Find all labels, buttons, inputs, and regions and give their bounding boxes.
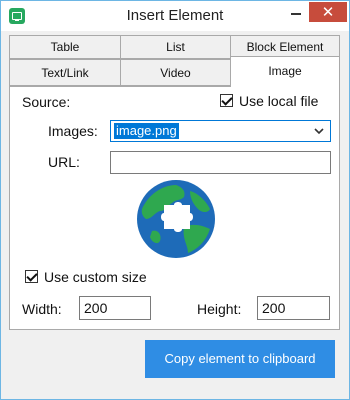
minimize-button[interactable] bbox=[283, 2, 309, 24]
url-label: URL: bbox=[48, 154, 80, 170]
insert-element-window: Insert Element ✕ Table List Block Elemen… bbox=[0, 0, 350, 400]
minimize-icon bbox=[291, 13, 301, 15]
globe-puzzle-icon bbox=[136, 179, 216, 259]
use-custom-size-checkbox[interactable] bbox=[25, 270, 38, 283]
tab-text-link[interactable]: Text/Link bbox=[9, 59, 121, 86]
height-input[interactable]: 200 bbox=[257, 296, 330, 320]
title-bar[interactable]: Insert Element ✕ bbox=[1, 1, 349, 31]
width-label: Width: bbox=[22, 301, 62, 317]
close-button[interactable]: ✕ bbox=[309, 2, 347, 22]
copy-element-to-clipboard-button[interactable]: Copy element to clipboard bbox=[145, 340, 335, 378]
height-label: Height: bbox=[197, 301, 242, 317]
tab-video[interactable]: Video bbox=[120, 59, 231, 86]
chevron-down-icon bbox=[312, 123, 326, 139]
tab-table[interactable]: Table bbox=[9, 35, 121, 59]
width-input[interactable]: 200 bbox=[79, 296, 151, 320]
use-custom-size-label[interactable]: Use custom size bbox=[44, 269, 147, 285]
use-local-file-label[interactable]: Use local file bbox=[239, 93, 318, 109]
use-local-file-checkbox[interactable] bbox=[220, 94, 233, 107]
tab-image[interactable]: Image bbox=[230, 56, 340, 87]
close-icon: ✕ bbox=[321, 3, 335, 21]
url-input[interactable] bbox=[110, 151, 331, 174]
images-label: Images: bbox=[48, 123, 98, 139]
images-select[interactable]: image.png bbox=[110, 120, 331, 142]
images-selected-value: image.png bbox=[114, 123, 179, 139]
tab-list[interactable]: List bbox=[120, 35, 231, 59]
source-label: Source: bbox=[22, 94, 71, 110]
